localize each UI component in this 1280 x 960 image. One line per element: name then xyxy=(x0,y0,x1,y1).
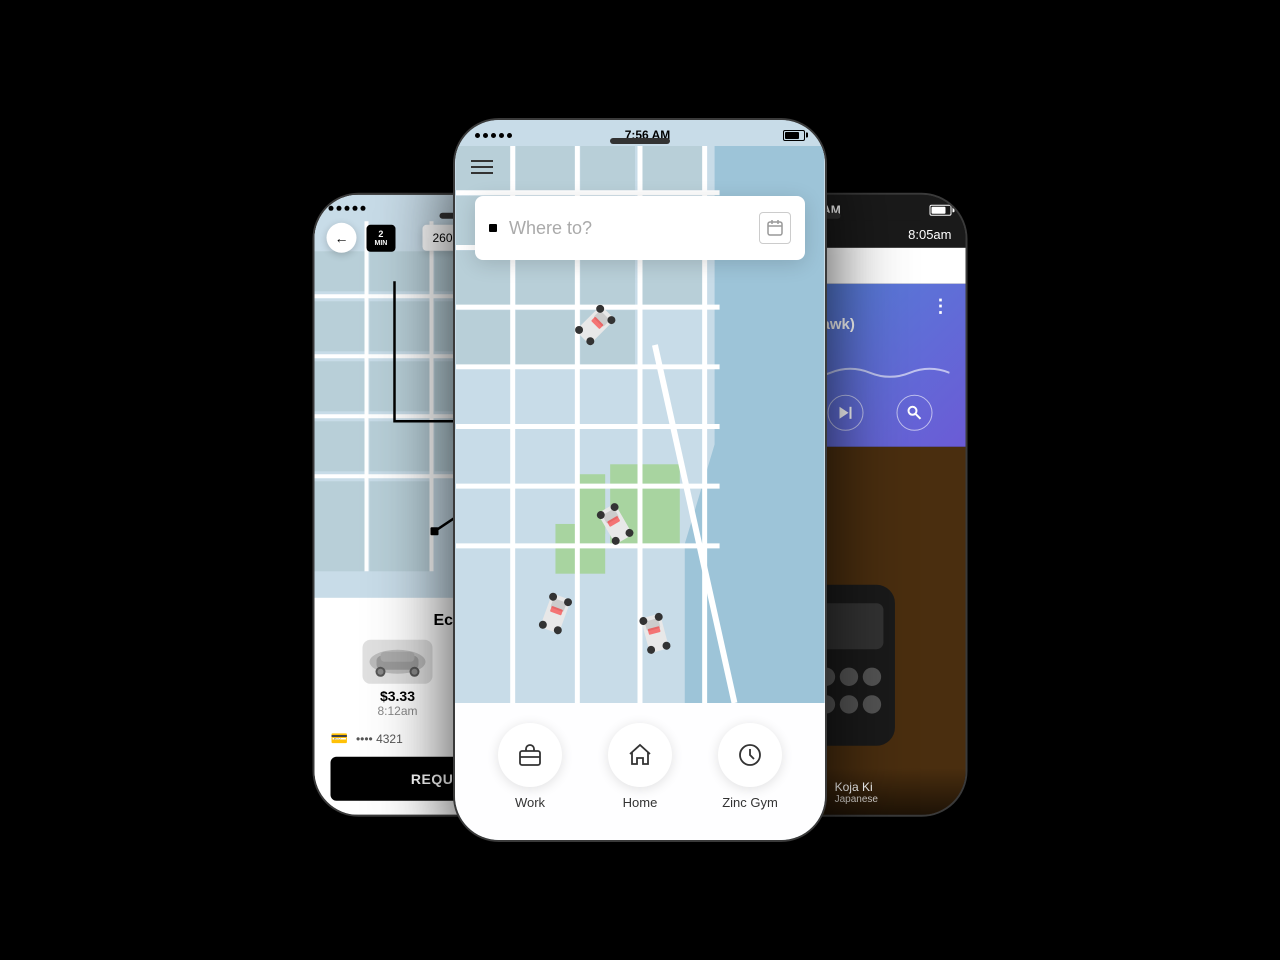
search-placeholder: Where to? xyxy=(509,218,759,239)
home-circle xyxy=(608,723,672,787)
menu-button[interactable] xyxy=(471,156,493,178)
eta-badge: 2 MIN xyxy=(367,225,396,252)
where-to-search[interactable]: Where to? xyxy=(475,196,805,260)
menu-line-2 xyxy=(471,166,493,168)
car-image-economy xyxy=(363,640,433,684)
search-dot-icon xyxy=(489,224,497,232)
car-time-1: 8:12am xyxy=(331,704,465,718)
skip-forward-button[interactable] xyxy=(827,395,863,431)
food-koja-ki: Koja Ki xyxy=(835,780,956,794)
dot5 xyxy=(361,205,366,210)
speaker-center xyxy=(610,138,670,144)
signal-dots xyxy=(329,205,366,210)
right-battery-fill xyxy=(931,206,945,213)
back-arrow-icon: ← xyxy=(335,230,349,246)
music-more-button[interactable]: ⋮ xyxy=(932,296,952,317)
history-icon xyxy=(737,742,763,768)
dot4 xyxy=(353,205,358,210)
dot1 xyxy=(329,205,334,210)
menu-line-1 xyxy=(471,160,493,162)
phones-container: 7:56 AM xyxy=(190,80,1090,880)
work-label: Work xyxy=(515,795,545,810)
center-signal-dots xyxy=(475,133,512,138)
shortcut-work[interactable]: Work xyxy=(498,723,562,810)
car-option-economy[interactable]: $3.33 8:12am xyxy=(331,640,465,718)
c-dot2 xyxy=(483,133,488,138)
eta-label: MIN xyxy=(375,240,388,248)
work-circle xyxy=(498,723,562,787)
back-button[interactable]: ← xyxy=(327,223,357,253)
food-subtitle-right: Japanese xyxy=(835,794,956,805)
c-dot3 xyxy=(491,133,496,138)
c-dot5 xyxy=(507,133,512,138)
dot3 xyxy=(345,205,350,210)
time-display-value: 8:05am xyxy=(908,227,951,242)
dot2 xyxy=(337,205,342,210)
shortcut-home[interactable]: Home xyxy=(608,723,672,810)
briefcase-icon xyxy=(517,742,543,768)
shortcut-zinc-gym[interactable]: Zinc Gym xyxy=(718,723,782,810)
bottom-shortcuts: Work Home xyxy=(455,703,825,840)
calendar-button[interactable] xyxy=(759,212,791,244)
center-content: 7:56 AM xyxy=(455,120,825,840)
search-music-button[interactable] xyxy=(897,395,933,431)
food-overlay-right: Koja Ki Japanese xyxy=(825,768,966,815)
food-card-right[interactable]: Koja Ki Japanese xyxy=(825,447,966,815)
home-icon xyxy=(627,742,653,768)
phone-center-inner: 7:56 AM xyxy=(455,120,825,840)
home-label: Home xyxy=(623,795,658,810)
center-battery xyxy=(783,130,805,141)
right-battery xyxy=(929,204,951,215)
car-price-1: $3.33 xyxy=(331,688,465,704)
center-battery-fill xyxy=(785,132,799,139)
center-map-area: Where to? xyxy=(455,146,825,703)
payment-info: •••• 4321 xyxy=(356,731,403,745)
phone-center: 7:56 AM xyxy=(455,120,825,840)
menu-line-3 xyxy=(471,172,493,174)
card-icon: 💳 xyxy=(331,730,348,747)
calendar-icon xyxy=(767,220,783,236)
zinc-gym-circle xyxy=(718,723,782,787)
c-dot4 xyxy=(499,133,504,138)
zinc-gym-label: Zinc Gym xyxy=(722,795,778,810)
c-dot1 xyxy=(475,133,480,138)
eta-minutes: 2 xyxy=(375,229,388,240)
